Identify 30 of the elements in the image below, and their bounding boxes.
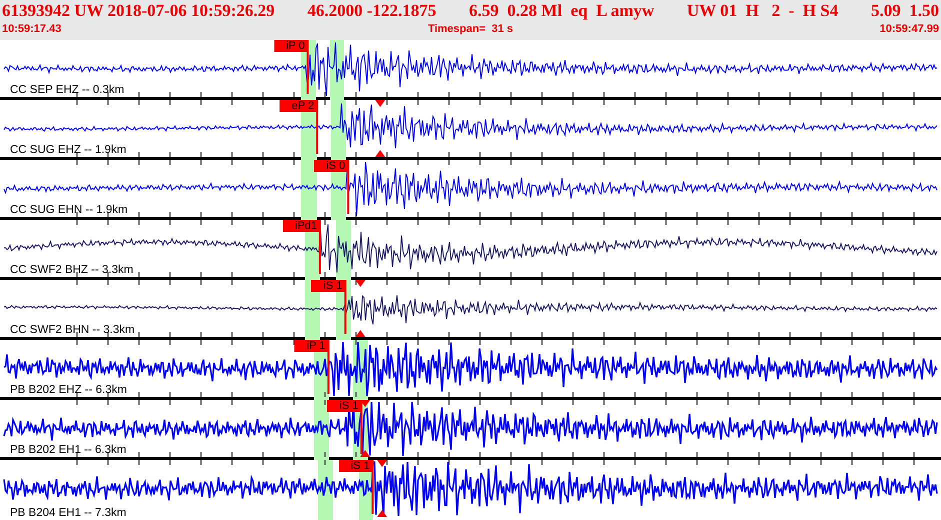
pick-label[interactable]: iS 0 — [314, 160, 348, 172]
station-label: CC SWF2 BHZ -- 3.3km — [10, 264, 134, 277]
event-info-text: 5.09 1.50 — [870, 1, 939, 21]
event-info-text: 6.59 0.28 Ml eq L amyw — [469, 1, 654, 21]
station-label: PB B202 EH1 -- 6.3km — [10, 444, 126, 457]
pick-label[interactable]: iP 0 — [274, 40, 308, 52]
time-window — [331, 100, 346, 160]
start-time: 10:59:17.43 — [2, 22, 62, 36]
event-info-text: UW 01 H 2 - H S4 — [686, 1, 838, 21]
end-time: 10:59:47.99 — [880, 22, 939, 36]
pick-line[interactable] — [360, 400, 362, 454]
pick-label[interactable]: iS 1 — [338, 460, 373, 472]
pick-label[interactable]: iS 1 — [311, 280, 346, 292]
station-label: CC SWF2 BHN -- 3.3km — [10, 324, 135, 337]
station-label: CC SEP EHZ -- 0.3km — [10, 84, 124, 97]
station-label: PB B202 EHZ -- 6.3km — [10, 384, 127, 397]
pick-line[interactable] — [344, 280, 346, 334]
pick-line[interactable] — [306, 40, 309, 94]
pick-line[interactable] — [318, 220, 321, 274]
event-info-text: 61393942 UW 2018-07-06 10:59:26.29 — [2, 1, 275, 21]
pick-label[interactable]: iPd1 — [282, 220, 320, 232]
timespan-text: Timespan= 31 s — [428, 22, 514, 36]
station-label: PB B204 EH1 -- 7.3km — [10, 507, 126, 520]
station-label: CC SUG EHZ -- 1.9km — [10, 144, 126, 157]
pick-line[interactable] — [347, 160, 350, 214]
event-info-text: 46.2000 -122.1875 — [307, 1, 436, 21]
pick-label[interactable]: eP 2 — [280, 100, 318, 112]
pick-label[interactable]: iP 1 — [294, 340, 328, 352]
pick-line[interactable] — [327, 340, 330, 394]
station-label: CC SUG EHN -- 1.9km — [10, 204, 128, 217]
